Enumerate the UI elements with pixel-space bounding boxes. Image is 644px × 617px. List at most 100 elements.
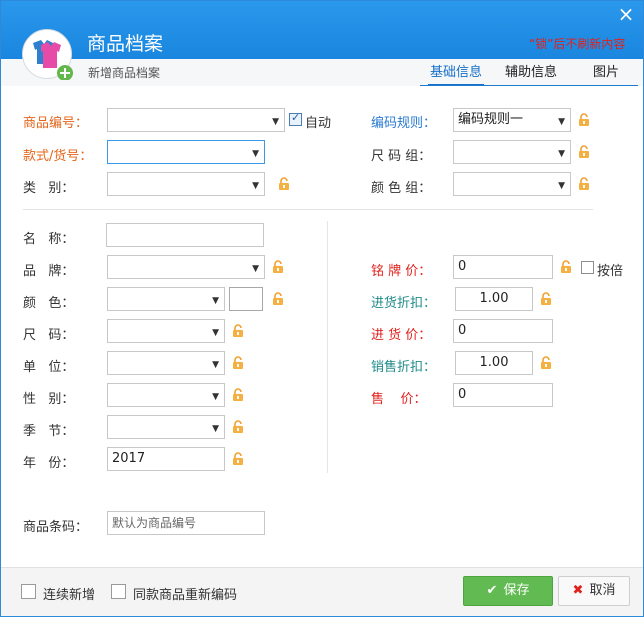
tab-basic-info[interactable]: 基础信息 [428,61,484,86]
tab-pictures[interactable]: 图片 [591,61,621,80]
color-group-select[interactable]: ▼ [453,172,571,196]
recode-label: 同款商品重新编码 [133,588,238,603]
continuous-add-checkbox[interactable] [21,584,36,599]
size-group-label: 尺 码 组： [371,149,432,164]
purchase-price-input[interactable]: 0 [453,319,553,343]
year-label: 年 份： [23,456,75,471]
season-select[interactable]: ▼ [107,415,225,439]
tag-price-label: 铭 牌 价： [371,264,432,279]
sales-discount-label: 销售折扣： [371,360,437,375]
unit-label: 单 位： [23,360,75,375]
column-divider [327,221,328,473]
chevron-down-icon: ▼ [212,296,219,306]
by-ratio-label: 按倍 [597,264,624,279]
purchase-price-label: 进 货 价： [371,328,432,343]
color-label: 颜 色： [23,296,75,311]
auto-label: 自动 [305,116,332,131]
unlock-icon[interactable] [272,292,286,306]
unlock-icon[interactable] [232,388,246,402]
lock-hint: “锁”后不刷新内容 [529,37,626,51]
x-icon: ✖ [572,583,584,598]
unlock-icon[interactable] [232,420,246,434]
barcode-label: 商品条码： [23,520,89,535]
tag-price-input[interactable]: 0 [453,255,553,279]
brand-select[interactable]: ▼ [107,255,265,279]
sale-price-value: 0 [458,387,467,402]
sale-price-label: 售 价： [371,392,427,407]
chevron-down-icon: ▼ [272,117,279,127]
style-number-select[interactable]: ▼ [107,140,265,164]
gender-label: 性 别： [23,392,75,407]
sales-discount-value: 1.00 [479,355,509,370]
chevron-down-icon: ▼ [212,360,219,370]
chevron-down-icon: ▼ [252,264,259,274]
chevron-down-icon: ▼ [558,117,565,127]
chevron-down-icon: ▼ [212,328,219,338]
window-title: 商品档案 [87,33,164,55]
encoding-rule-select[interactable]: 编码规则一 ▼ [453,108,571,132]
product-archive-dialog: 商品档案 新增商品档案 × “锁”后不刷新内容 基础信息 辅助信息 图片 商品编… [0,0,644,617]
unit-select[interactable]: ▼ [107,351,225,375]
unlock-icon[interactable] [540,292,554,306]
sales-discount-input[interactable]: 1.00 [455,351,533,375]
category-select[interactable]: ▼ [107,172,265,196]
name-label: 名 称： [23,232,75,247]
unlock-icon[interactable] [560,260,574,274]
unlock-icon[interactable] [272,260,286,274]
season-label: 季 节： [23,424,75,439]
tab-underline [420,85,638,86]
close-icon[interactable]: × [615,3,637,25]
size-group-select[interactable]: ▼ [453,140,571,164]
chevron-down-icon: ▼ [252,181,259,191]
barcode-placeholder: 默认为商品编号 [112,516,197,530]
size-select[interactable]: ▼ [107,319,225,343]
year-value: 2017 [112,451,146,466]
product-code-label: 商品编号： [23,116,89,131]
unlock-icon[interactable] [578,113,592,127]
recode-checkbox[interactable] [111,584,126,599]
encoding-rule-value: 编码规则一 [458,112,524,127]
style-number-label: 款式/货号： [23,149,93,164]
unlock-icon[interactable] [578,177,592,191]
unlock-icon[interactable] [540,356,554,370]
purchase-discount-input[interactable]: 1.00 [455,287,533,311]
by-ratio-checkbox[interactable] [581,261,594,274]
tag-price-value: 0 [458,259,467,274]
unlock-icon[interactable] [232,324,246,338]
unlock-icon[interactable] [232,356,246,370]
cancel-button[interactable]: ✖ 取消 [558,576,630,606]
purchase-discount-value: 1.00 [479,291,509,306]
name-input[interactable] [106,223,264,247]
section-divider [23,209,593,210]
year-input[interactable]: 2017 [107,447,225,471]
unlock-icon[interactable] [232,452,246,466]
auto-checkbox[interactable] [289,111,302,126]
brand-label: 品 牌： [23,264,75,279]
chevron-down-icon: ▼ [252,149,259,159]
sale-price-input[interactable]: 0 [453,383,553,407]
tab-auxiliary-info[interactable]: 辅助信息 [503,61,559,80]
color-select[interactable]: ▼ [107,287,225,311]
window-subtitle: 新增商品档案 [88,66,161,80]
chevron-down-icon: ▼ [558,149,565,159]
cancel-button-label: 取消 [589,583,616,598]
purchase-price-value: 0 [458,323,467,338]
gender-select[interactable]: ▼ [107,383,225,407]
chevron-down-icon: ▼ [558,181,565,191]
color-swatch[interactable] [229,287,263,311]
check-icon: ✔ [486,583,498,598]
product-logo-icon [22,29,73,81]
color-group-label: 颜 色 组： [371,181,432,196]
save-button-label: 保存 [503,583,530,598]
barcode-input[interactable]: 默认为商品编号 [107,511,265,535]
unlock-icon[interactable] [578,145,592,159]
encoding-rule-label: 编码规则： [371,116,437,131]
chevron-down-icon: ▼ [212,424,219,434]
size-label: 尺 码： [23,328,75,343]
chevron-down-icon: ▼ [212,392,219,402]
product-code-select[interactable]: ▼ [107,108,285,132]
unlock-icon[interactable] [278,177,292,191]
continuous-add-label: 连续新增 [43,588,96,603]
purchase-discount-label: 进货折扣： [371,296,437,311]
save-button[interactable]: ✔ 保存 [463,576,553,606]
